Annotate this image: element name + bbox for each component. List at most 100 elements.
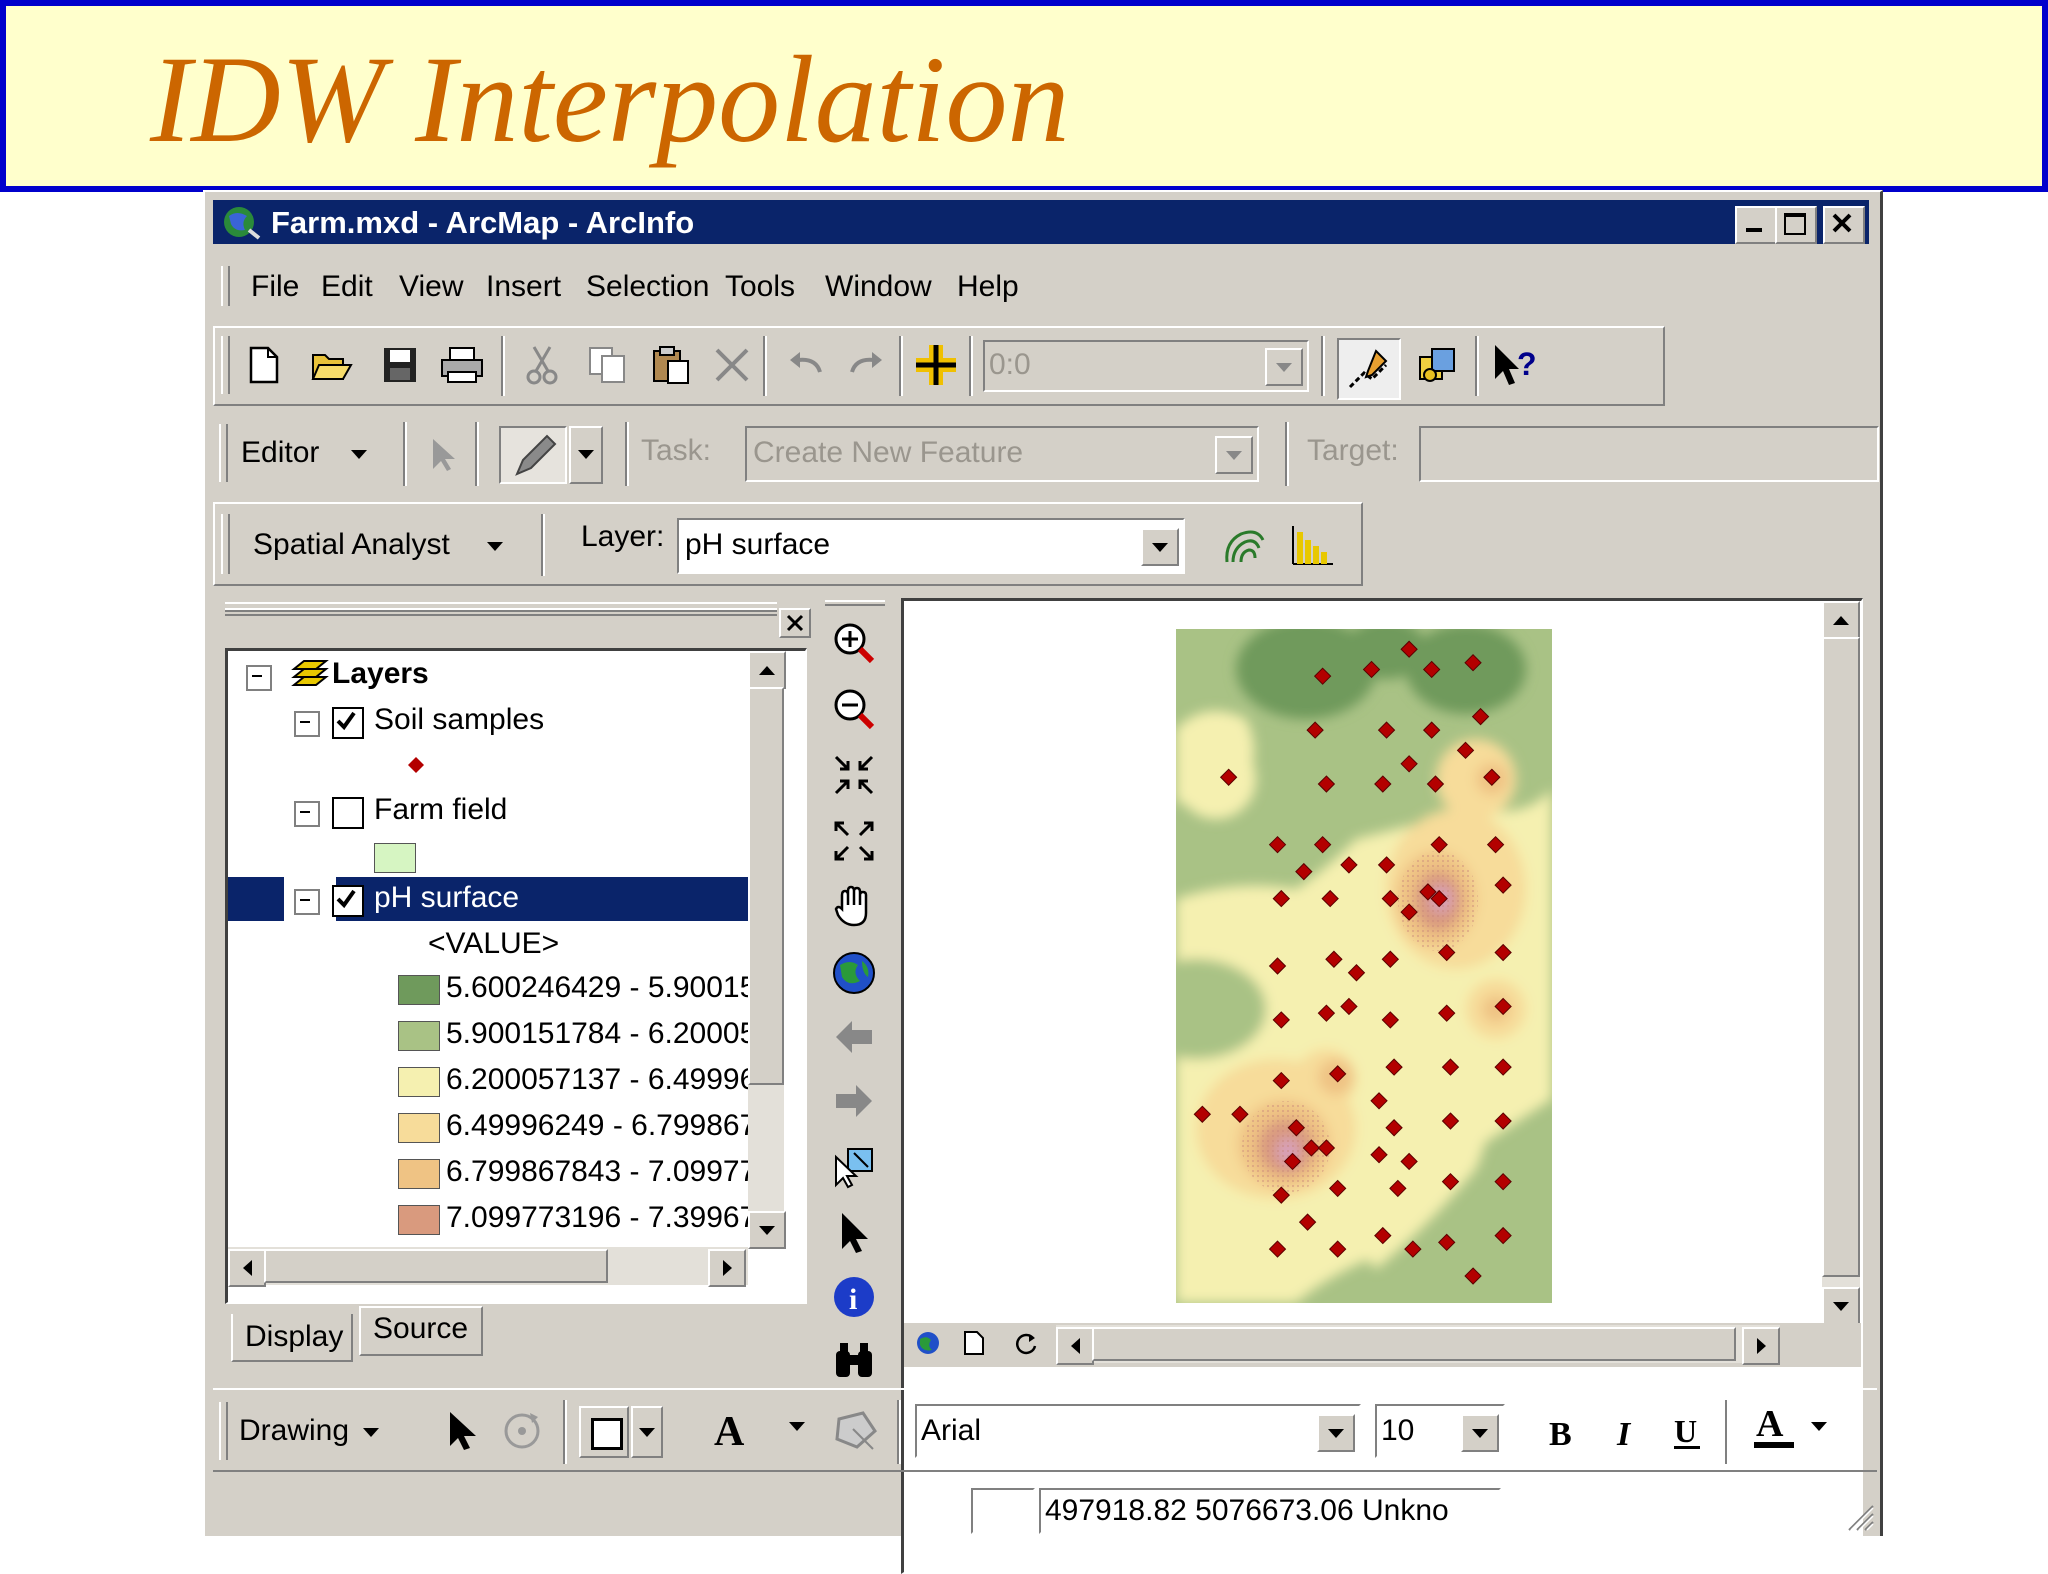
font-color-icon[interactable]: A [1747, 1403, 1803, 1450]
new-shape-dropdown[interactable] [631, 1406, 663, 1458]
histogram-icon[interactable] [1289, 522, 1335, 568]
map-scale-dropdown[interactable] [1265, 348, 1303, 386]
editor-grip[interactable] [219, 424, 228, 482]
menu-item-tools[interactable]: Tools [725, 270, 795, 304]
map-vscroll-thumb[interactable] [1822, 637, 1860, 1277]
ph-surface-collapse-toggle[interactable] [294, 889, 320, 915]
undo-icon[interactable] [783, 342, 829, 388]
new-text-dropdown[interactable] [789, 1422, 805, 1431]
arccatalog-icon[interactable] [1415, 342, 1461, 388]
soil-samples-layer-name[interactable]: Soil samples [374, 703, 544, 737]
menu-item-selection[interactable]: Selection [586, 270, 709, 304]
legend-row[interactable]: 6.200057137 - 6.499962 [228, 1063, 773, 1097]
task-dropdown-arrow[interactable] [1215, 436, 1253, 474]
map-hscroll-thumb[interactable] [1092, 1327, 1736, 1361]
toc-scroll-up[interactable] [748, 651, 786, 689]
pan-hand-icon[interactable] [831, 884, 877, 930]
font-size-dropdown-arrow[interactable] [1461, 1414, 1499, 1452]
close-button[interactable] [1823, 206, 1865, 244]
whats-this-help-icon[interactable]: ? [1491, 342, 1537, 388]
map-scroll-up[interactable] [1822, 601, 1860, 639]
font-size-dropdown[interactable]: 10 [1375, 1404, 1505, 1458]
toc-close-button[interactable] [779, 608, 811, 638]
drawing-menu-button[interactable]: Drawing [231, 1406, 391, 1456]
menu-item-view[interactable]: View [399, 270, 463, 304]
menu-grip[interactable] [221, 266, 230, 306]
map-scale-box[interactable]: 0:0 [983, 340, 1309, 392]
layers-root-label[interactable]: Layers [332, 657, 429, 691]
delete-icon[interactable] [709, 342, 755, 388]
toc-hscroll-thumb[interactable] [264, 1249, 608, 1283]
menu-item-insert[interactable]: Insert [486, 270, 561, 304]
editor-toolbar-icon[interactable] [1337, 338, 1401, 400]
title-bar[interactable]: Farm.mxd - ArcMap - ArcInfo [213, 200, 1869, 244]
soil-samples-collapse-toggle[interactable] [294, 711, 320, 737]
menu-item-window[interactable]: Window [825, 270, 932, 304]
toc-scroll-left[interactable] [228, 1249, 266, 1287]
target-dropdown[interactable] [1419, 426, 1879, 482]
legend-row[interactable]: 6.799867843 - 7.099773 [228, 1155, 773, 1189]
resize-grip-icon[interactable] [1843, 1500, 1875, 1532]
zoom-out-icon[interactable] [831, 686, 877, 732]
select-features-icon[interactable] [831, 1144, 877, 1190]
legend-row[interactable]: 6.49996249 - 6.799867 [228, 1109, 756, 1143]
idw-ph-surface-map[interactable] [1176, 629, 1552, 1303]
ph-surface-layer-name[interactable]: pH surface [374, 881, 519, 915]
contour-tool-icon[interactable] [1221, 522, 1267, 568]
underline-icon[interactable]: U [1665, 1408, 1711, 1454]
copy-icon[interactable] [585, 342, 631, 388]
toolbar-grip[interactable] [221, 336, 230, 394]
find-binoculars-icon[interactable] [831, 1336, 877, 1382]
save-icon[interactable] [377, 342, 423, 388]
map-scroll-left[interactable] [1056, 1327, 1094, 1365]
layout-view-icon[interactable] [954, 1323, 994, 1363]
toc-scroll-right[interactable] [708, 1249, 746, 1287]
sketch-tool-dropdown[interactable] [569, 426, 603, 484]
back-extent-icon[interactable] [831, 1014, 877, 1060]
select-elements-arrow-icon[interactable] [831, 1210, 877, 1256]
new-text-icon[interactable]: A [709, 1406, 755, 1452]
menu-item-edit[interactable]: Edit [321, 270, 373, 304]
sketch-tool-button[interactable] [499, 426, 567, 484]
print-icon[interactable] [439, 342, 485, 388]
map-horizontal-scrollbar[interactable] [1056, 1325, 1780, 1365]
ph-surface-checkbox[interactable] [332, 885, 364, 917]
toc-horizontal-scrollbar[interactable] [228, 1247, 748, 1287]
legend-row[interactable]: 5.900151784 - 6.200057 [228, 1017, 773, 1051]
data-view-icon[interactable] [908, 1323, 948, 1363]
cut-icon[interactable] [519, 342, 565, 388]
drawing-grip[interactable] [219, 1402, 228, 1460]
spatial-analyst-grip[interactable] [221, 514, 230, 574]
menu-item-help[interactable]: Help [957, 270, 1019, 304]
identify-info-icon[interactable]: i [831, 1274, 877, 1320]
spatial-analyst-menu-button[interactable]: Spatial Analyst [237, 520, 527, 570]
legend-row[interactable]: 5.600246429 - 5.900151 [228, 971, 773, 1005]
maximize-button[interactable] [1775, 206, 1817, 244]
zoom-in-icon[interactable] [831, 620, 877, 666]
layer-dropdown-arrow[interactable] [1141, 528, 1179, 566]
layer-dropdown[interactable]: pH surface [677, 518, 1185, 574]
select-elements-icon[interactable] [439, 1408, 485, 1454]
farm-field-collapse-toggle[interactable] [294, 801, 320, 827]
new-rectangle-button[interactable] [579, 1406, 629, 1458]
bold-icon[interactable]: B [1539, 1408, 1585, 1454]
task-dropdown[interactable]: Create New Feature [745, 426, 1259, 482]
tab-source[interactable]: Source [359, 1306, 483, 1356]
map-scroll-down[interactable] [1822, 1287, 1860, 1325]
paste-icon[interactable] [649, 342, 695, 388]
font-color-dropdown[interactable] [1811, 1422, 1827, 1431]
edit-tool-arrow-icon[interactable] [421, 432, 467, 478]
fixed-zoom-out-icon[interactable] [831, 818, 877, 864]
tab-display[interactable]: Display [231, 1314, 353, 1362]
legend-row[interactable]: 7.099773196 - 7.399678 [228, 1201, 773, 1235]
open-folder-icon[interactable] [309, 342, 355, 388]
farm-field-checkbox[interactable] [332, 797, 364, 829]
refresh-view-icon[interactable] [1006, 1323, 1046, 1363]
rotate-icon[interactable] [499, 1408, 545, 1454]
font-name-dropdown-arrow[interactable] [1317, 1414, 1355, 1452]
menu-item-file[interactable]: File [251, 270, 299, 304]
soil-samples-checkbox[interactable] [332, 707, 364, 739]
toc-scroll-down[interactable] [748, 1211, 786, 1249]
add-data-icon[interactable] [913, 342, 959, 388]
font-name-dropdown[interactable]: Arial [915, 1404, 1361, 1458]
